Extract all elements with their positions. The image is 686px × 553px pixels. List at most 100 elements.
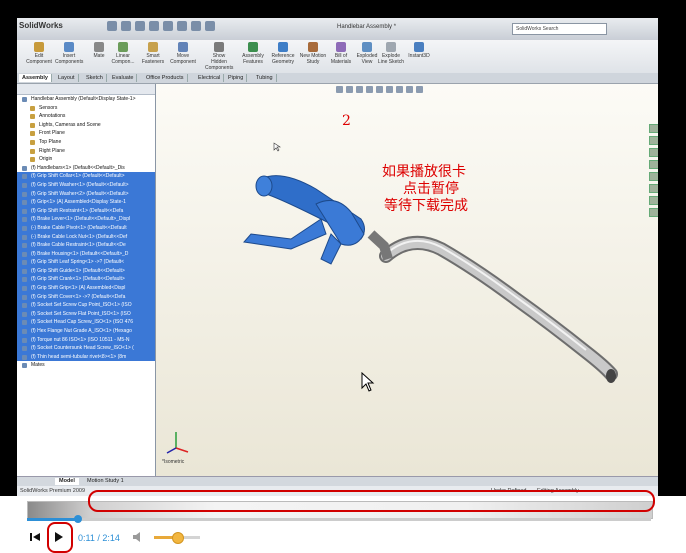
graphics-area[interactable]: 2 如果播放很卡 点击暂停 等待下载完成 *Isometric — [156, 84, 658, 476]
tree-item[interactable]: (-) Brake Cable Lock Nut<1> (Default<<De… — [17, 232, 155, 242]
tab-evaluate[interactable]: Evaluate — [109, 74, 138, 82]
ribbon-button[interactable]: Move Component — [169, 42, 197, 65]
tree-item[interactable]: (f) Grip Shift Grip<1> (A) Assembled<Dis… — [17, 284, 155, 293]
tree-item-label: (f) Grip Shift Guide<1> (Default<<Defaul… — [31, 267, 125, 274]
ribbon-button[interactable]: Instant3D — [405, 42, 433, 59]
ribbon-button[interactable]: Show Hidden Components — [205, 42, 233, 71]
design-library-icon[interactable] — [649, 136, 658, 145]
handlebar-model[interactable] — [156, 84, 658, 476]
tab-sketch[interactable]: Sketch — [83, 74, 107, 82]
tree-item[interactable]: (f) Brake Cable Restraint<1> (Default<<D… — [17, 241, 155, 250]
tab-tubing[interactable]: Tubing — [253, 74, 277, 82]
appearances-icon[interactable] — [649, 184, 658, 193]
triad-icon — [166, 432, 189, 454]
tree-item[interactable]: (f) Grip Shift Washer<1> (Default<<Defau… — [17, 180, 155, 190]
tree-item[interactable]: (f) Brake Housing<1> (Default<<Default>_… — [17, 249, 155, 259]
save-icon[interactable] — [135, 21, 145, 31]
toolbox-icon[interactable] — [649, 208, 658, 217]
tree-item[interactable]: (-) Brake Cable Pivot<1> (Default<<Defau… — [17, 223, 155, 233]
component-icon — [30, 148, 35, 154]
tree-root[interactable]: Handlebar Assembly (Default<Display Stat… — [17, 95, 155, 104]
tree-item[interactable]: (f) Socket Countersunk Head Screw_ISO<1>… — [17, 344, 155, 353]
tab-office-products[interactable]: Office Products — [143, 74, 188, 82]
ribbon-button[interactable]: Explode Line Sketch — [377, 42, 405, 65]
tree-item[interactable]: Annotations — [17, 112, 155, 121]
tree-item[interactable]: (f) Torque nut 86 ISO<1> (ISO 10511 - M5… — [17, 335, 155, 345]
tree-item[interactable]: (f) Socket Set Screw Flat Point_ISO<1> (… — [17, 309, 155, 319]
search-input[interactable]: SolidWorks Search — [512, 23, 607, 35]
ribbon-button[interactable]: Reference Geometry — [269, 42, 297, 65]
component-icon — [22, 329, 27, 335]
component-icon — [22, 294, 27, 300]
options-icon[interactable] — [205, 21, 215, 31]
volume-icon[interactable] — [132, 531, 146, 543]
tree-item[interactable]: (f) Brake Lever<1> (Default<<Default>_Di… — [17, 215, 155, 224]
tab-model[interactable]: Model — [55, 478, 79, 485]
tree-item[interactable]: (f) Grip Shift Cover<1> ->? (Default<<De… — [17, 292, 155, 302]
tab-layout[interactable]: Layout — [55, 74, 79, 82]
print-icon[interactable] — [149, 21, 159, 31]
component-icon — [22, 225, 27, 231]
component-icon — [22, 191, 27, 197]
tab-motion-study[interactable]: Motion Study 1 — [83, 478, 128, 485]
file-explorer-icon[interactable] — [649, 148, 658, 157]
tree-item-label: (f) Brake Housing<1> (Default<<Default>_… — [31, 250, 129, 257]
tree-item[interactable]: Right Plane — [17, 147, 155, 156]
component-icon — [30, 114, 35, 120]
tree-item[interactable]: (f) Socket Set Screw Cup Point_ISO<1> (I… — [17, 301, 155, 310]
tree-item[interactable]: Front Plane — [17, 129, 155, 138]
progress-thumb[interactable] — [74, 515, 83, 523]
open-file-icon[interactable] — [121, 21, 131, 31]
new-file-icon[interactable] — [107, 21, 117, 31]
volume-slider[interactable] — [154, 532, 200, 544]
previous-icon[interactable] — [27, 529, 43, 545]
tree-item[interactable]: Lights, Cameras and Scene — [17, 121, 155, 130]
tree-item[interactable]: (f) Grip Shift Washer<2> (Default<<Defau… — [17, 189, 155, 199]
annotation-seek-outline — [88, 490, 655, 512]
ribbon-button[interactable]: New Motion Study — [299, 42, 327, 65]
ribbon-button[interactable]: Assembly Features — [239, 42, 267, 65]
tree-item-label: (f) Grip Shift Grip<1> (A) Assembled<Dis… — [31, 285, 126, 292]
tree-item[interactable]: (f) Thin head semi-tubular rivet<8><1> (… — [17, 352, 155, 362]
component-icon — [22, 217, 27, 223]
progress-bar[interactable] — [27, 515, 651, 523]
tree-item-label: (f) Grip Shift Crank<1> (Default<<Defaul… — [31, 276, 125, 283]
custom-properties-icon[interactable] — [649, 196, 658, 205]
tree-item[interactable]: Top Plane — [17, 138, 155, 147]
volume-thumb[interactable] — [172, 532, 184, 544]
tree-item[interactable]: (f) Grip Shift Crank<1> (Default<<Defaul… — [17, 275, 155, 285]
tree-item[interactable]: (f) Hex Flange Nut Grade A_ISO<1> (Hexag… — [17, 327, 155, 336]
tree-item[interactable]: (f) Grip<1> (A) Assembled<Display State-… — [17, 198, 155, 207]
component-icon — [22, 354, 27, 360]
tree-item[interactable]: (f) Grip Shift Leaf Spring<1> ->? (Defau… — [17, 258, 155, 267]
tree-item[interactable]: (f) Grip Shift Restraint<1> (Default<<De… — [17, 206, 155, 216]
ribbon-button[interactable]: Edit Component — [25, 42, 53, 65]
tree-item[interactable]: (f) Handlebars<1> (Default<<Default>_Dis — [17, 164, 155, 173]
tree-item-label: (-) Brake Cable Lock Nut<1> (Default<<De… — [31, 233, 128, 240]
tab-electrical[interactable]: Electrical — [195, 74, 225, 82]
ribbon-button[interactable]: Linear Compon... — [109, 42, 137, 65]
tab-assembly[interactable]: Assembly — [19, 74, 52, 82]
tab-piping[interactable]: Piping — [225, 74, 248, 82]
tree-item[interactable]: Origin — [17, 155, 155, 164]
tree-item[interactable]: (f) Grip Shift Collar<1> (Default<<Defau… — [17, 172, 155, 181]
tree-item[interactable]: (f) Grip Shift Guide<1> (Default<<Defaul… — [17, 266, 155, 276]
tree-item-label: (f) Grip Shift Collar<1> (Default<<Defau… — [31, 173, 125, 180]
view-palette-icon[interactable] — [649, 172, 658, 181]
ribbon-button[interactable]: Smart Fasteners — [139, 42, 167, 65]
tree-item[interactable]: (f) Socket Head Cap Screw_ISO<1> (ISO 47… — [17, 318, 155, 328]
undo-icon[interactable] — [163, 21, 173, 31]
tree-item[interactable]: Sensors — [17, 104, 155, 113]
component-icon — [22, 346, 27, 352]
component-icon — [30, 131, 35, 137]
resources-icon[interactable] — [649, 124, 658, 133]
rebuild-icon[interactable] — [191, 21, 201, 31]
ribbon-button-label: Explode Line Sketch — [377, 53, 405, 65]
ribbon-button-label: Insert Components — [55, 53, 84, 65]
ribbon-button[interactable]: Insert Components — [55, 42, 83, 65]
tree-item[interactable]: Mates — [17, 361, 155, 370]
component-icon — [22, 165, 27, 171]
ribbon-button[interactable]: Bill of Materials — [327, 42, 355, 65]
select-icon[interactable] — [177, 21, 187, 31]
search-results-icon[interactable] — [649, 160, 658, 169]
